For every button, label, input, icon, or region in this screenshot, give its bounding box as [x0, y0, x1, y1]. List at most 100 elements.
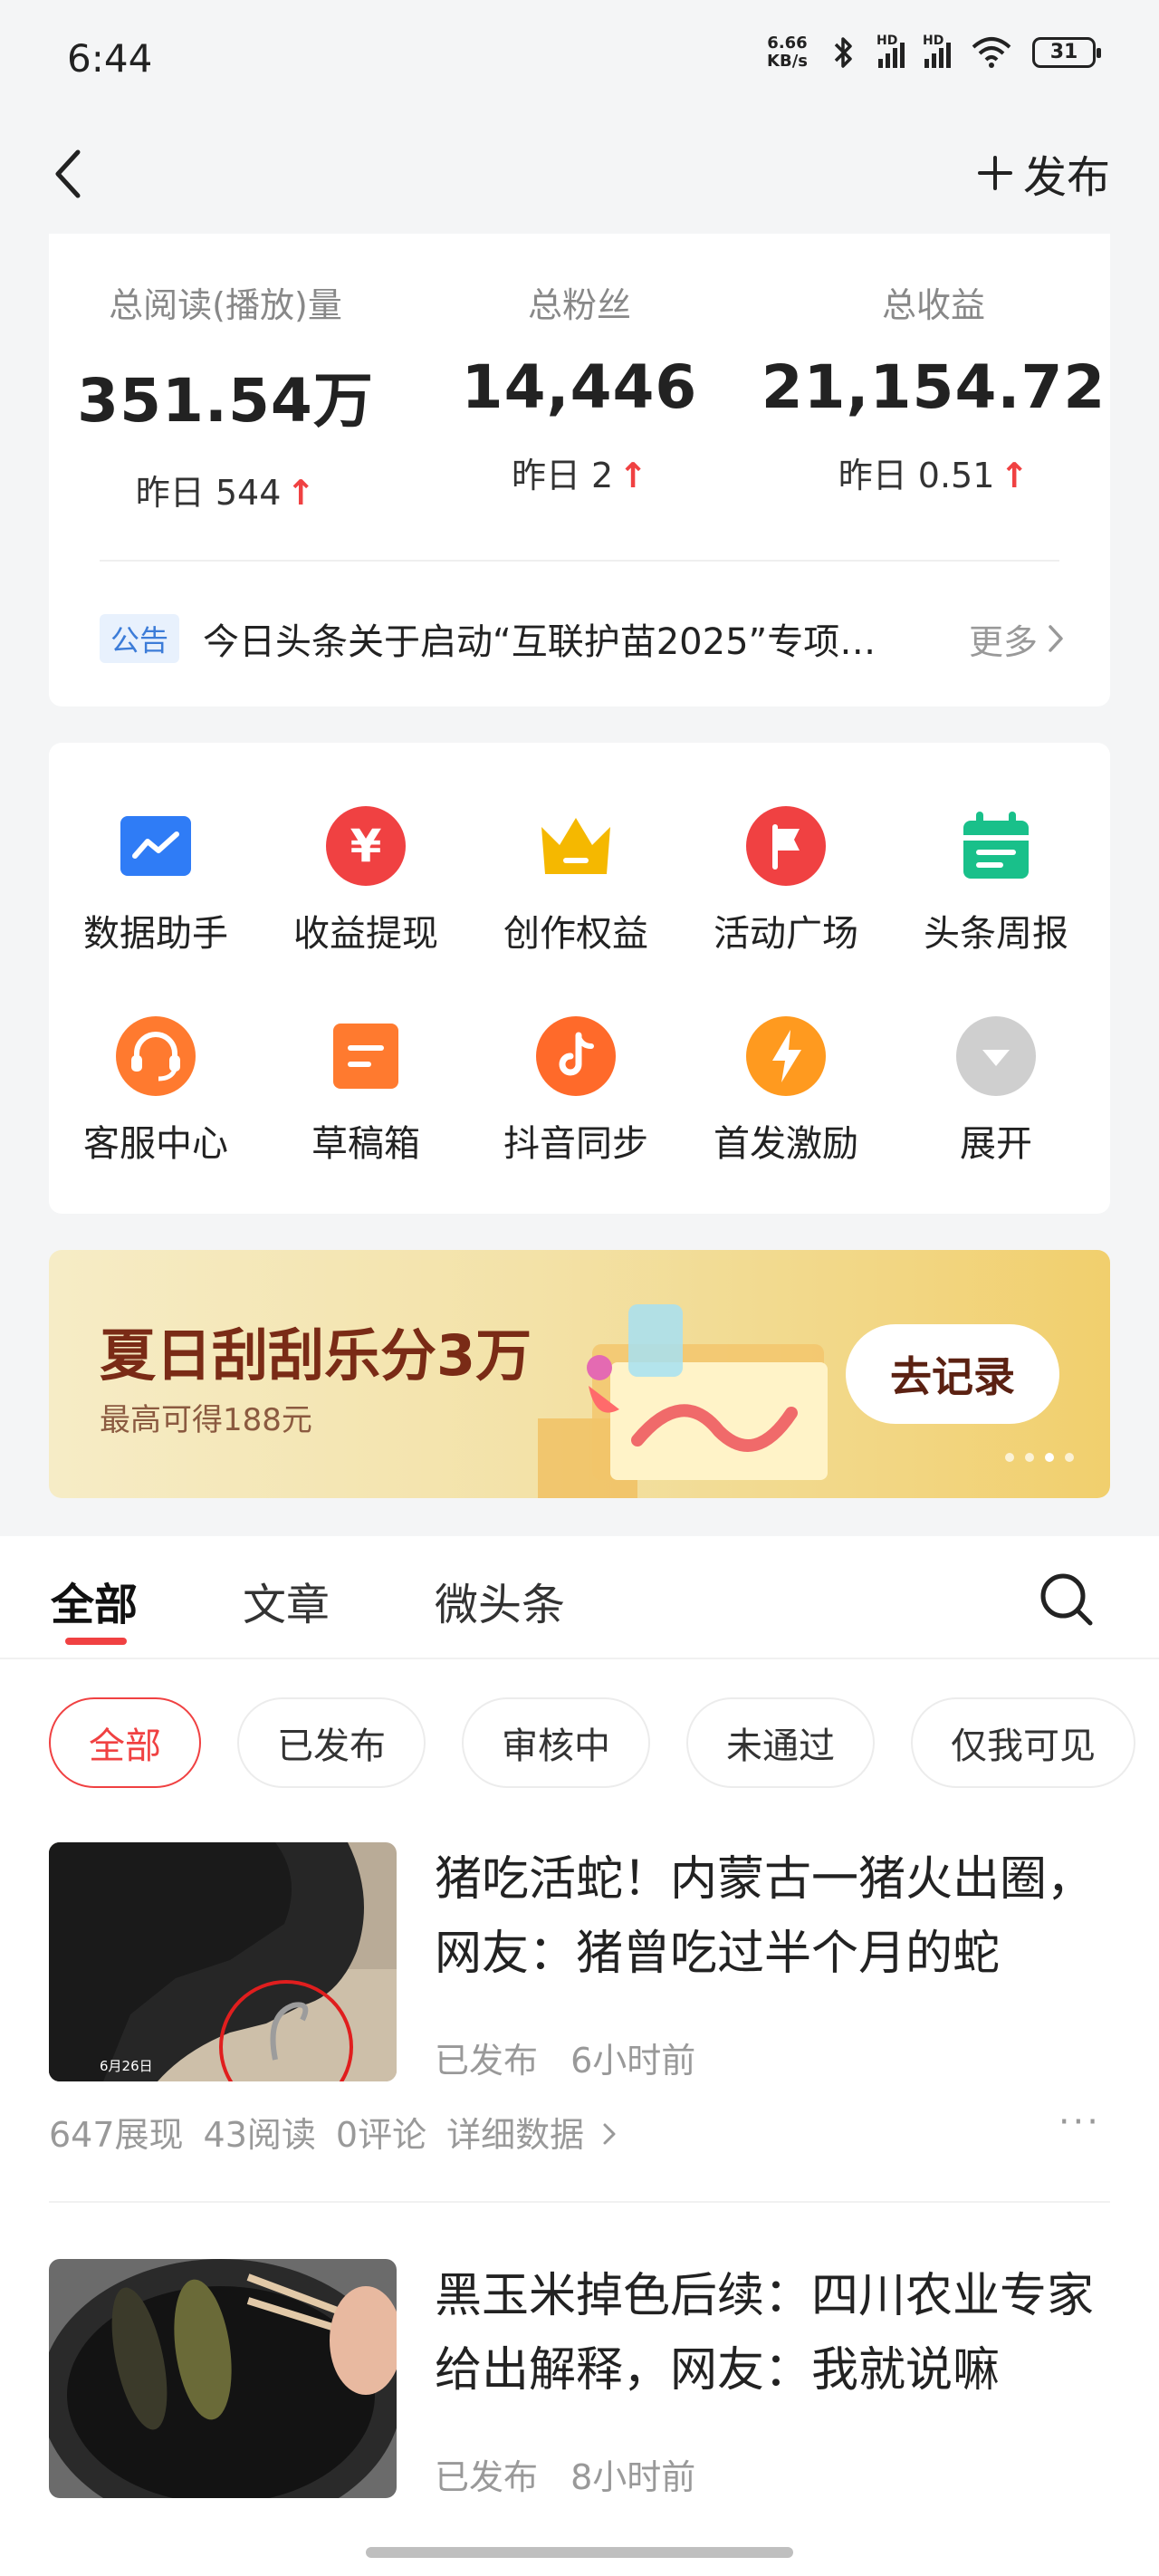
stat-label: 总粉丝 — [527, 285, 631, 325]
active-tab-indicator — [65, 1638, 127, 1645]
signal-hd-label: HD — [923, 34, 944, 48]
promo-banner[interactable]: 夏日刮刮乐分3万 最高可得188元 去记录 — [49, 1250, 1110, 1498]
expand-icon — [954, 1014, 1038, 1098]
tool-label: 首发激励 — [714, 1123, 858, 1165]
article-status: 已发布 — [435, 2041, 539, 2081]
signal-icon: HD — [923, 34, 951, 68]
stats-card: 总阅读(播放)量 351.54万 昨日 544 ↑ 总粉丝 14,446 昨日 2… — [49, 234, 1110, 706]
article-thumbnail[interactable]: 6月26日 — [49, 1842, 397, 2081]
network-speed-value: 6.66 — [767, 34, 808, 53]
filter-published[interactable]: 已发布 — [237, 1697, 426, 1788]
publish-label: 发布 — [1022, 152, 1110, 203]
tool-label: 草稿箱 — [311, 1123, 420, 1165]
crown-icon — [534, 804, 618, 888]
list-item[interactable]: 6月26日 猪吃活蛇！内蒙古一猪火出圈，网友：猪曾吃过半个月的蛇 已发布 6小时… — [49, 1842, 1110, 2205]
calendar-icon — [954, 804, 1038, 888]
article-thumbnail[interactable] — [49, 2259, 397, 2498]
back-button[interactable] — [43, 138, 98, 210]
stat-label: 总阅读(播放)量 — [109, 285, 342, 325]
stat-total-reads[interactable]: 总阅读(播放)量 351.54万 昨日 544 ↑ — [49, 277, 402, 514]
tool-label: 收益提现 — [293, 913, 438, 955]
tool-income-withdraw[interactable]: ¥ 收益提现 — [261, 804, 471, 956]
stat-yesterday: 昨日 2 ↑ — [511, 456, 648, 495]
divider — [49, 2201, 1110, 2203]
chevron-right-icon — [1049, 625, 1063, 652]
arrow-up-icon: ↑ — [286, 473, 316, 513]
filter-private[interactable]: 仅我可见 — [911, 1697, 1135, 1788]
tool-customer-service[interactable]: 客服中心 — [51, 1014, 261, 1167]
tool-drafts[interactable]: 草稿箱 — [261, 1014, 471, 1167]
search-button[interactable] — [1038, 1571, 1096, 1629]
tool-label: 客服中心 — [83, 1123, 228, 1165]
carousel-dot-active — [1045, 1453, 1054, 1462]
network-speed: 6.66 KB/s — [767, 34, 808, 71]
stat-value: 14,446 — [461, 352, 698, 422]
thumbnail-date: 6月26日 — [100, 2058, 153, 2074]
reads-count: 43阅读 — [203, 2115, 316, 2155]
stat-label: 总收益 — [881, 285, 985, 325]
svg-text:¥: ¥ — [350, 820, 382, 872]
publish-button[interactable]: 发布 — [976, 141, 1110, 205]
stat-value: 21,154.72 — [761, 352, 1106, 422]
list-item[interactable]: 黑玉米掉色后续：四川农业专家给出解释，网友：我就说嘛 已发布 8小时前 — [49, 2259, 1110, 2531]
wifi-icon — [972, 37, 1011, 68]
lightning-icon — [744, 1014, 828, 1098]
tool-first-publish-incentive[interactable]: 首发激励 — [681, 1014, 891, 1167]
bluetooth-icon — [834, 37, 852, 68]
chevron-left-icon — [55, 149, 81, 198]
content-list: 全部 文章 微头条 全部 已发布 审核中 未通过 仅我可见 6月26日 猪吃活蛇… — [0, 1536, 1159, 2576]
impressions-count: 647展现 — [49, 2115, 184, 2155]
tab-articles[interactable]: 文章 — [243, 1569, 330, 1632]
article-stats: 647展现 43阅读 0评论 详细数据 — [49, 2107, 617, 2157]
search-icon — [1040, 1573, 1093, 1626]
home-indicator — [366, 2547, 793, 2558]
tab-all[interactable]: 全部 — [51, 1569, 138, 1632]
banner-go-button[interactable]: 去记录 — [846, 1324, 1059, 1424]
tool-activity-square[interactable]: 活动广场 — [681, 804, 891, 956]
tab-micro-posts[interactable]: 微头条 — [435, 1569, 565, 1632]
article-meta: 已发布 8小时前 — [435, 2449, 695, 2499]
stat-yesterday: 昨日 0.51 ↑ — [838, 456, 1030, 495]
article-title[interactable]: 黑玉米掉色后续：四川农业专家给出解释，网友：我就说嘛 — [435, 2259, 1110, 2408]
arrow-up-icon: ↑ — [1000, 456, 1030, 495]
carousel-dot — [1065, 1453, 1074, 1462]
tool-label: 创作权益 — [503, 913, 648, 955]
tool-weekly-report[interactable]: 头条周报 — [891, 804, 1101, 956]
arrow-up-icon: ↑ — [618, 456, 648, 495]
notice-more-link[interactable]: 更多 — [969, 614, 1065, 664]
article-meta: 已发布 6小时前 — [435, 2033, 695, 2082]
banner-subtitle: 最高可得188元 — [100, 1402, 312, 1438]
carousel-dot — [1025, 1453, 1034, 1462]
notice-bar[interactable]: 公告 今日头条关于启动“互联护苗2025”专项行动的公告 更多 — [100, 598, 1065, 679]
tool-label: 数据助手 — [83, 913, 228, 955]
filter-rejected[interactable]: 未通过 — [686, 1697, 875, 1788]
stat-total-fans[interactable]: 总粉丝 14,446 昨日 2 ↑ — [403, 277, 756, 497]
status-time: 6:44 — [67, 36, 153, 81]
notice-tag: 公告 — [100, 614, 180, 663]
signal-icon: HD — [876, 34, 905, 68]
filter-all[interactable]: 全部 — [49, 1697, 201, 1788]
battery-icon: 31 — [1032, 37, 1101, 68]
stat-value: 351.54万 — [77, 366, 374, 436]
stat-total-income[interactable]: 总收益 21,154.72 昨日 0.51 ↑ — [757, 277, 1110, 497]
chart-icon — [114, 804, 197, 888]
detail-data-link[interactable]: 详细数据 — [446, 2107, 617, 2157]
stat-yesterday: 昨日 544 ↑ — [135, 473, 316, 513]
tool-data-assistant[interactable]: 数据助手 — [51, 804, 261, 956]
tool-douyin-sync[interactable]: 抖音同步 — [471, 1014, 681, 1167]
headset-icon — [114, 1014, 197, 1098]
article-time: 8小时前 — [570, 2457, 696, 2497]
tool-creator-rights[interactable]: 创作权益 — [471, 804, 681, 956]
signal-hd-label: HD — [876, 34, 898, 48]
status-filters: 全部 已发布 审核中 未通过 仅我可见 — [49, 1697, 1135, 1788]
status-bar: 6:44 6.66 KB/s HD HD 31 — [0, 0, 1159, 118]
notice-text[interactable]: 今日头条关于启动“互联护苗2025”专项行动的公告 — [203, 612, 909, 665]
tool-expand[interactable]: 展开 — [891, 1014, 1101, 1167]
article-title[interactable]: 猪吃活蛇！内蒙古一猪火出圈，网友：猪曾吃过半个月的蛇 — [435, 1842, 1110, 1991]
carousel-dots — [1005, 1453, 1074, 1462]
divider — [100, 560, 1059, 562]
more-options-icon[interactable]: ··· — [1058, 2101, 1101, 2143]
filter-reviewing[interactable]: 审核中 — [462, 1697, 650, 1788]
content-tabs: 全部 文章 微头条 — [0, 1536, 1159, 1659]
douyin-icon — [534, 1014, 618, 1098]
